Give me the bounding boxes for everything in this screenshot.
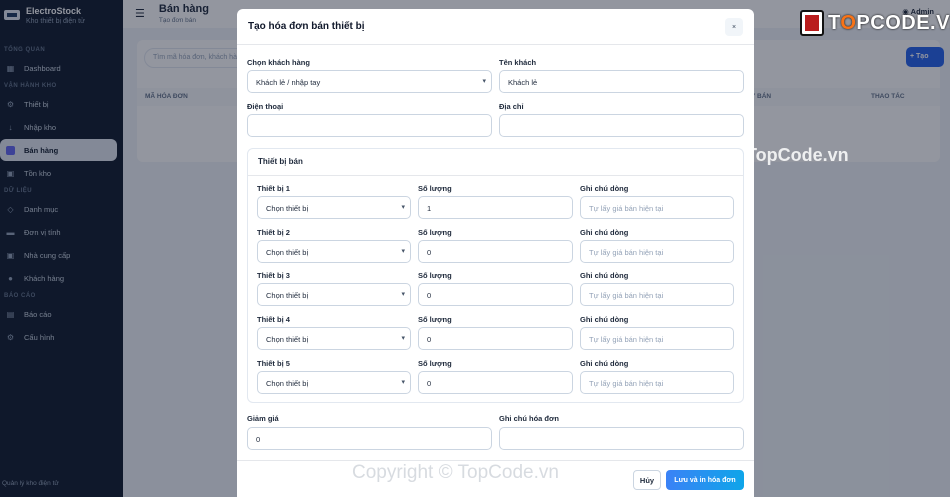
discount-input[interactable]: 0: [247, 427, 492, 450]
watermark-logo-o: O: [840, 11, 857, 34]
save-and-print-button[interactable]: Lưu và in hóa đơn: [666, 470, 744, 490]
qty-2-label: Số lượng: [418, 228, 452, 237]
qty-2-input[interactable]: 0: [418, 240, 573, 263]
phone-label: Điện thoại: [247, 102, 284, 111]
qty-5-input[interactable]: 0: [418, 371, 573, 394]
watermark-logo: TOPCODE.VN: [800, 10, 950, 36]
modal-title: Tạo hóa đơn bán thiết bị: [248, 21, 365, 32]
device-1-select[interactable]: Chọn thiết bị: [257, 196, 411, 219]
watermark-copyright: Copyright © TopCode.vn: [352, 462, 559, 483]
note-3-input[interactable]: Tự lấy giá bán hiện tại: [580, 283, 734, 306]
device-2-select[interactable]: Chọn thiết bị: [257, 240, 411, 263]
customer-name-input[interactable]: Khách lẻ: [499, 70, 744, 93]
qty-5-label: Số lượng: [418, 359, 452, 368]
qty-1-input[interactable]: 1: [418, 196, 573, 219]
note-1-input[interactable]: Tự lấy giá bán hiện tại: [580, 196, 734, 219]
qty-4-label: Số lượng: [418, 315, 452, 324]
device-3-label: Thiết bị 3: [257, 271, 290, 280]
note-1-label: Ghi chú dòng: [580, 184, 629, 193]
customer-name-label: Tên khách: [499, 58, 537, 67]
device-2-label: Thiết bị 2: [257, 228, 290, 237]
qty-3-label: Số lượng: [418, 271, 452, 280]
cancel-button[interactable]: Hủy: [633, 470, 661, 490]
note-4-input[interactable]: Tự lấy giá bán hiện tại: [580, 327, 734, 350]
devices-section-title: Thiết bị bán: [258, 157, 303, 166]
device-5-label: Thiết bị 5: [257, 359, 290, 368]
discount-label: Giảm giá: [247, 414, 279, 423]
note-4-label: Ghi chú dòng: [580, 315, 629, 324]
device-1-label: Thiết bị 1: [257, 184, 290, 193]
address-label: Địa chỉ: [499, 102, 524, 111]
customer-select[interactable]: Khách lẻ / nhập tay: [247, 70, 492, 93]
note-2-label: Ghi chú dòng: [580, 228, 629, 237]
note-3-label: Ghi chú dòng: [580, 271, 629, 280]
qty-1-label: Số lượng: [418, 184, 452, 193]
invoice-note-input[interactable]: [499, 427, 744, 450]
qty-4-input[interactable]: 0: [418, 327, 573, 350]
modal-header: Tạo hóa đơn bán thiết bị ×: [237, 9, 754, 45]
note-2-input[interactable]: Tự lấy giá bán hiện tại: [580, 240, 734, 263]
invoice-note-label: Ghi chú hóa đơn: [499, 414, 559, 423]
qty-3-input[interactable]: 0: [418, 283, 573, 306]
watermark-logo-text-rest: PCODE.VN: [856, 11, 950, 34]
watermark-logo-text: T: [828, 11, 841, 34]
watermark-text: TopCode.vn: [746, 145, 849, 165]
note-5-label: Ghi chú dòng: [580, 359, 629, 368]
create-invoice-modal: Tạo hóa đơn bán thiết bị × Chọn khách hà…: [237, 9, 754, 497]
note-5-input[interactable]: Tự lấy giá bán hiện tại: [580, 371, 734, 394]
watermark-logo-icon: [800, 10, 824, 36]
device-5-select[interactable]: Chọn thiết bị: [257, 371, 411, 394]
device-4-label: Thiết bị 4: [257, 315, 290, 324]
devices-section: Thiết bị bán Thiết bị 1 Chọn thiết bị Số…: [247, 148, 744, 403]
device-4-select[interactable]: Chọn thiết bị: [257, 327, 411, 350]
device-3-select[interactable]: Chọn thiết bị: [257, 283, 411, 306]
close-button[interactable]: ×: [725, 18, 743, 36]
phone-input[interactable]: [247, 114, 492, 137]
customer-select-label: Chọn khách hàng: [247, 58, 310, 67]
address-input[interactable]: [499, 114, 744, 137]
